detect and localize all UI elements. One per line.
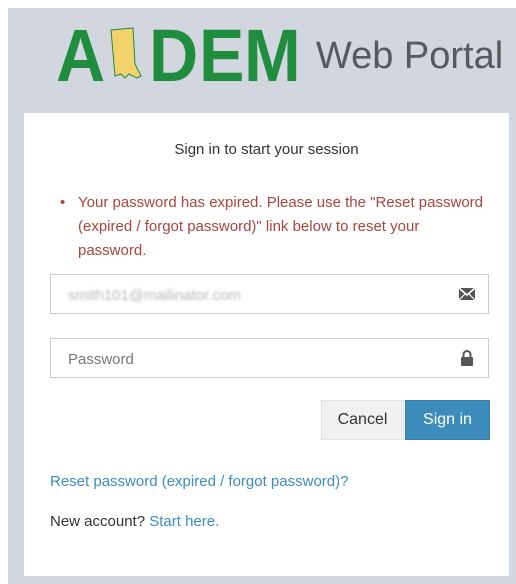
start-here-link[interactable]: Start here. <box>149 513 219 530</box>
adem-wordmark: A D E M <box>56 14 302 97</box>
cancel-button[interactable]: Cancel <box>321 400 404 440</box>
alabama-state-icon <box>107 24 147 88</box>
email-field[interactable] <box>50 274 489 315</box>
logo-letter-e: E <box>198 14 244 97</box>
adem-logo: A D E M Web Portal <box>56 14 504 97</box>
email-input[interactable] <box>66 275 440 315</box>
envelope-icon <box>458 286 476 302</box>
error-text: Your password has expired. Please use th… <box>78 194 483 259</box>
new-account-label: New account? <box>50 513 146 530</box>
logo-letter-m: M <box>244 14 301 97</box>
password-field[interactable] <box>50 338 489 379</box>
new-account-row: New account? Start here. <box>50 513 219 530</box>
lock-icon <box>458 350 476 366</box>
reset-password-link[interactable]: Reset password (expired / forgot passwor… <box>50 473 348 490</box>
password-expired-error: • Your password has expired. Please use … <box>60 191 488 263</box>
error-bullet-icon: • <box>60 194 66 211</box>
web-portal-title: Web Portal <box>315 35 504 77</box>
login-box-message: Sign in to start your session <box>174 141 359 158</box>
logo-letter-a: A <box>56 14 105 97</box>
login-box: Sign in to start your session • Your pas… <box>24 113 509 576</box>
password-input[interactable] <box>66 339 440 379</box>
sign-in-button[interactable]: Sign in <box>405 400 490 440</box>
logo-letter-d: D <box>149 14 198 97</box>
